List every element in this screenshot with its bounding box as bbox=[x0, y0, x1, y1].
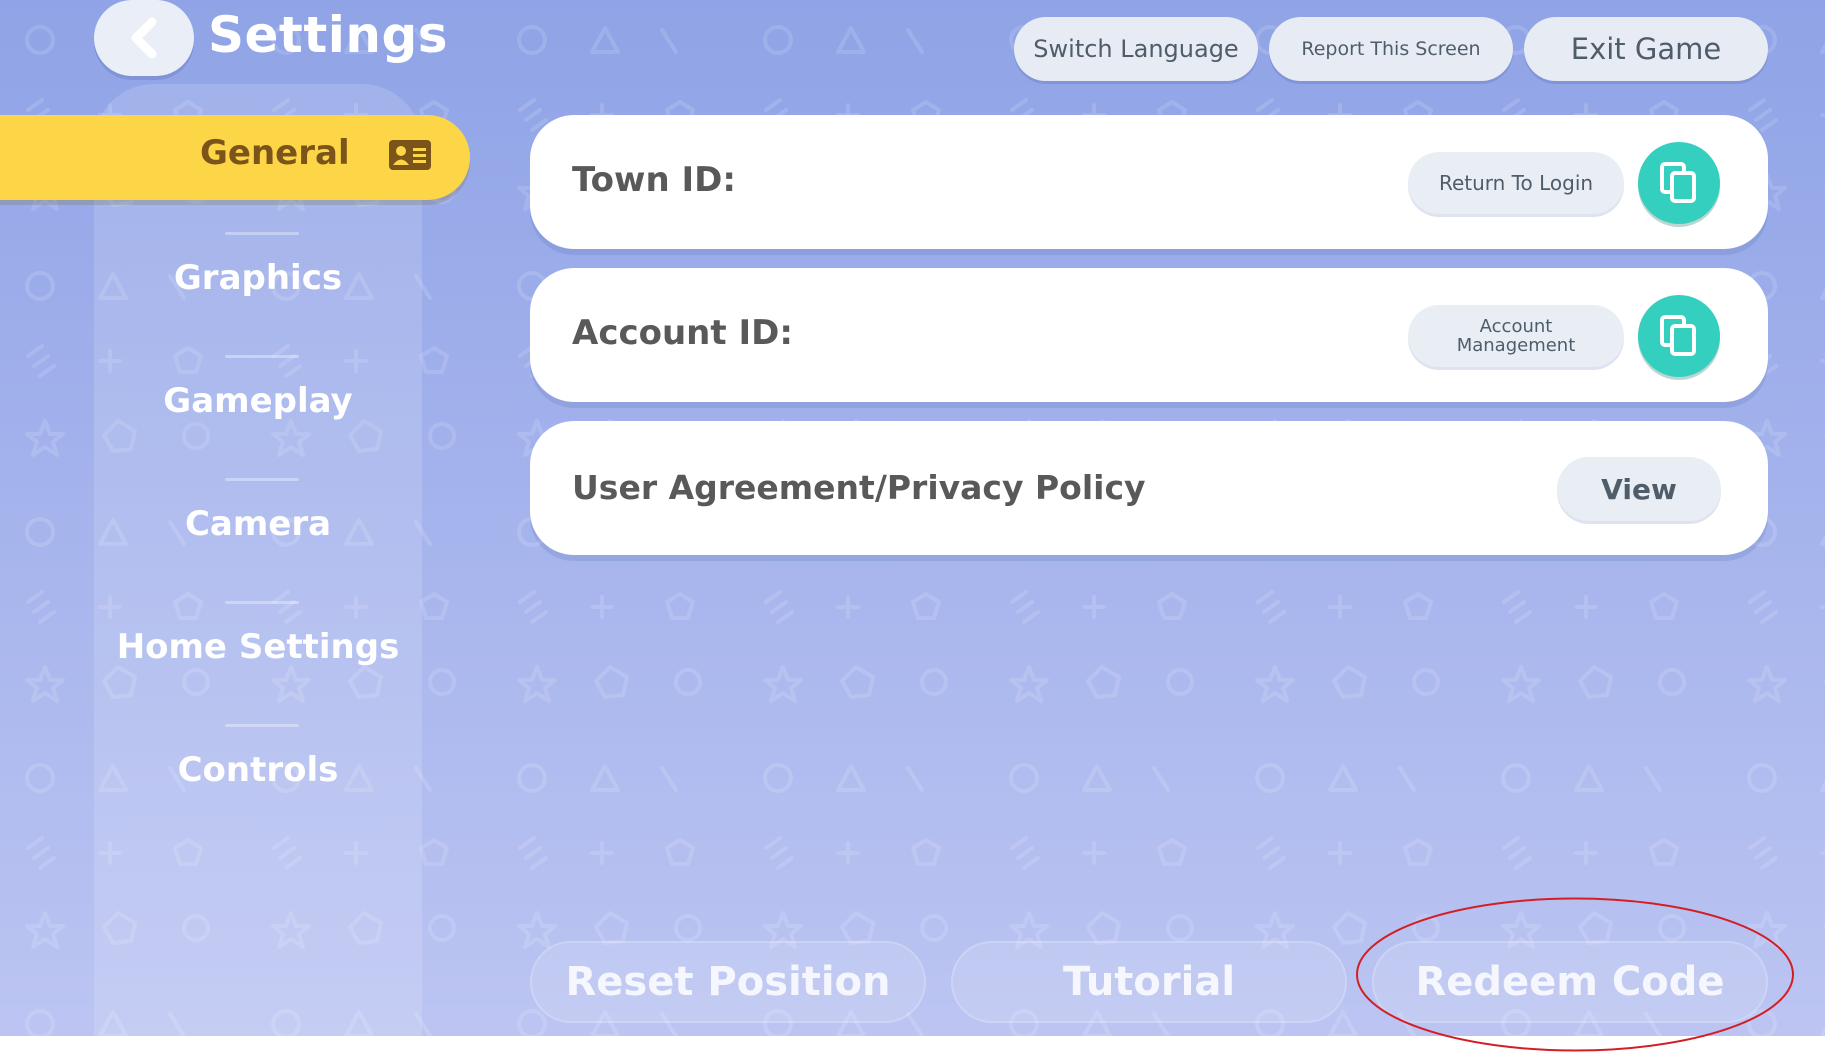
switch-language-button[interactable]: Switch Language bbox=[1014, 17, 1258, 81]
sidebar-panel bbox=[94, 84, 422, 1036]
town-id-label: Town ID: bbox=[572, 160, 736, 200]
sidebar-item-general[interactable]: General bbox=[0, 115, 470, 200]
back-button[interactable] bbox=[94, 0, 194, 76]
reset-position-button[interactable]: Reset Position bbox=[530, 941, 926, 1023]
copy-account-id-button[interactable] bbox=[1638, 295, 1720, 377]
account-management-button[interactable]: Account Management bbox=[1408, 305, 1624, 367]
account-id-label: Account ID: bbox=[572, 313, 793, 353]
exit-game-button[interactable]: Exit Game bbox=[1524, 17, 1768, 81]
id-card-icon bbox=[389, 140, 431, 170]
sidebar-item-label: Gameplay bbox=[163, 381, 353, 421]
sidebar-item-gameplay[interactable]: Gameplay bbox=[94, 381, 422, 421]
policy-label: User Agreement/Privacy Policy bbox=[572, 468, 1146, 507]
account-management-label: Account Management bbox=[1456, 316, 1576, 356]
sidebar-item-camera[interactable]: Camera bbox=[94, 504, 422, 544]
copy-icon bbox=[1660, 162, 1696, 203]
sidebar-divider bbox=[225, 601, 299, 604]
view-policy-label: View bbox=[1601, 472, 1677, 506]
view-policy-button[interactable]: View bbox=[1557, 457, 1721, 521]
sidebar-item-graphics[interactable]: Graphics bbox=[94, 258, 422, 298]
sidebar-item-label: General bbox=[200, 133, 350, 173]
sidebar-divider bbox=[225, 355, 299, 358]
copy-town-id-button[interactable] bbox=[1638, 142, 1720, 224]
report-screen-button[interactable]: Report This Screen bbox=[1269, 17, 1513, 81]
sidebar-item-home-settings[interactable]: Home Settings bbox=[94, 627, 422, 667]
sidebar-divider bbox=[225, 478, 299, 481]
copy-icon bbox=[1660, 315, 1696, 356]
sidebar-item-label: Camera bbox=[184, 504, 332, 544]
return-to-login-label: Return To Login bbox=[1438, 171, 1594, 195]
game-viewport: Settings Switch Language Report This Scr… bbox=[0, 0, 1825, 1036]
tutorial-button[interactable]: Tutorial bbox=[951, 941, 1347, 1023]
page-title: Settings bbox=[208, 6, 449, 64]
sidebar-item-label: Graphics bbox=[173, 258, 343, 298]
policy-card: User Agreement/Privacy Policy View bbox=[530, 421, 1768, 555]
sidebar-item-label: Controls bbox=[177, 750, 339, 790]
sidebar-item-controls[interactable]: Controls bbox=[94, 750, 422, 790]
sidebar-divider bbox=[225, 724, 299, 727]
switch-language-label: Switch Language bbox=[1033, 35, 1239, 63]
sidebar-item-label: Home Settings bbox=[116, 627, 400, 667]
account-id-card: Account ID: Account Management bbox=[530, 268, 1768, 402]
reset-position-label: Reset Position bbox=[565, 959, 891, 1005]
town-id-card: Town ID: Return To Login bbox=[530, 115, 1768, 249]
sidebar-divider bbox=[225, 232, 299, 235]
exit-game-label: Exit Game bbox=[1570, 32, 1722, 66]
annotation-ellipse bbox=[1356, 897, 1794, 1052]
report-screen-label: Report This Screen bbox=[1301, 38, 1481, 60]
tutorial-label: Tutorial bbox=[1062, 959, 1236, 1005]
return-to-login-button[interactable]: Return To Login bbox=[1408, 152, 1624, 214]
chevron-left-icon bbox=[131, 17, 157, 59]
